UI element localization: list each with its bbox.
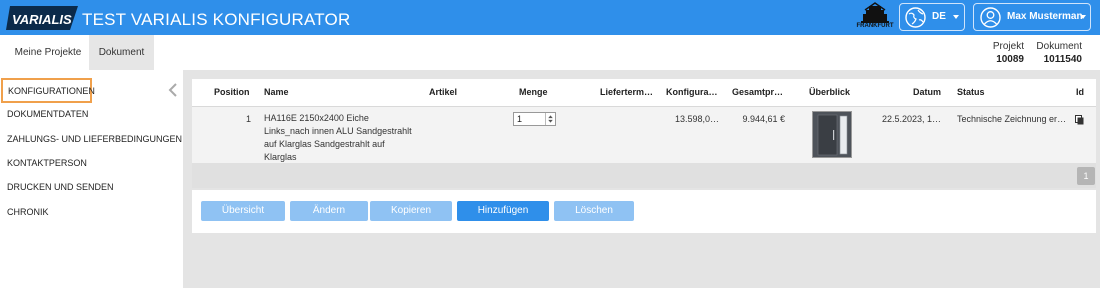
cell-datum: 22.5.2023, 10:34 xyxy=(882,114,944,124)
sidebar-item-zahlungs-lieferbedingungen[interactable]: ZAHLUNGS- UND LIEFERBEDINGUNGEN xyxy=(7,134,182,144)
spinner-arrows-icon[interactable] xyxy=(545,113,555,125)
column-header-status[interactable]: Status xyxy=(957,87,997,97)
column-header-id[interactable]: Id xyxy=(1076,87,1088,97)
column-header-name[interactable]: Name xyxy=(264,87,324,97)
cell-name: HA116E 2150x2400 Eiche Links_nach innen … xyxy=(264,113,412,162)
configurations-table: Position Name Artikel Menge Liefertermi.… xyxy=(192,79,1096,163)
language-label: DE xyxy=(932,11,946,22)
seal-text: FRANKFURT xyxy=(856,23,894,29)
quantity-stepper[interactable]: 1 xyxy=(513,112,556,126)
user-name: Max Musterman xyxy=(1007,11,1083,22)
document-number: 1011540 xyxy=(1043,54,1082,65)
column-header-position[interactable]: Position xyxy=(214,87,254,97)
copy-icon[interactable] xyxy=(1075,115,1084,125)
cell-konfiguration-price: 13.598,07 € xyxy=(675,114,720,124)
action-panel: Übersicht Ändern Kopieren Hinzufügen Lös… xyxy=(192,190,1096,233)
sidebar-item-kontaktperson[interactable]: KONTAKTPERSON xyxy=(7,158,87,168)
language-selector[interactable]: DE xyxy=(899,3,965,31)
column-header-ueberblick[interactable]: Überblick xyxy=(809,87,859,97)
cell-position: 1 xyxy=(246,114,252,124)
project-label: Projekt xyxy=(992,41,1024,52)
column-header-datum[interactable]: Datum xyxy=(913,87,943,97)
delete-button[interactable]: Löschen xyxy=(554,201,634,221)
sidebar: KONFIGURATIONEN DOKUMENTDATEN ZAHLUNGS- … xyxy=(0,70,183,288)
document-info: Dokument 1011540 xyxy=(1036,41,1082,65)
chevron-down-icon xyxy=(953,15,959,19)
varialis-logo[interactable]: VARIALIS xyxy=(6,4,78,32)
quantity-value: 1 xyxy=(517,114,523,124)
sidebar-item-chronik[interactable]: CHRONIK xyxy=(7,207,49,217)
overview-button[interactable]: Übersicht xyxy=(201,201,285,221)
project-info: Projekt 10089 xyxy=(986,41,1024,65)
door-preview-thumbnail[interactable] xyxy=(812,111,852,158)
door-preview-image xyxy=(813,112,851,157)
column-header-menge[interactable]: Menge xyxy=(519,87,559,97)
column-header-liefertermin[interactable]: Liefertermi... xyxy=(600,87,654,97)
user-menu-button[interactable]: Max Musterman xyxy=(973,3,1091,31)
app-title: TEST VARIALIS KONFIGURATOR xyxy=(82,10,351,29)
frankfurt-seal-logo: FRANKFURT xyxy=(856,2,894,33)
pagination-bar: 1 xyxy=(192,163,1096,188)
document-label: Dokument xyxy=(1036,41,1082,52)
tab-document[interactable]: Dokument xyxy=(89,35,154,70)
tab-bar: Meine Projekte Dokument Projekt 10089 Do… xyxy=(0,35,1100,70)
sidebar-item-konfigurationen[interactable]: KONFIGURATIONEN xyxy=(1,78,95,103)
column-header-konfiguration[interactable]: Konfigurati... xyxy=(666,87,719,97)
user-icon xyxy=(980,7,1001,28)
chevron-left-icon[interactable] xyxy=(168,83,178,97)
edit-button[interactable]: Ändern xyxy=(290,201,368,221)
page-number-button[interactable]: 1 xyxy=(1077,167,1095,185)
copy-button[interactable]: Kopieren xyxy=(370,201,452,221)
cell-gesamtpreis: 9.944,61 € xyxy=(742,114,785,124)
chevron-down-icon xyxy=(1080,15,1086,19)
tab-my-projects[interactable]: Meine Projekte xyxy=(7,35,89,70)
globe-icon xyxy=(905,7,926,28)
add-button[interactable]: Hinzufügen xyxy=(457,201,549,221)
cell-status: Technische Zeichnung ers... xyxy=(957,114,1067,124)
column-header-gesamtpreis[interactable]: Gesamtpre... xyxy=(732,87,785,97)
sidebar-item-dokumentdaten[interactable]: DOKUMENTDATEN xyxy=(7,109,88,119)
svg-text:VARIALIS: VARIALIS xyxy=(12,12,72,27)
column-header-artikel[interactable]: Artikel xyxy=(429,87,479,97)
top-header: VARIALIS TEST VARIALIS KONFIGURATOR FRAN… xyxy=(0,0,1100,35)
sidebar-item-drucken-senden[interactable]: DRUCKEN UND SENDEN xyxy=(7,182,114,192)
project-number: 10089 xyxy=(996,54,1024,65)
